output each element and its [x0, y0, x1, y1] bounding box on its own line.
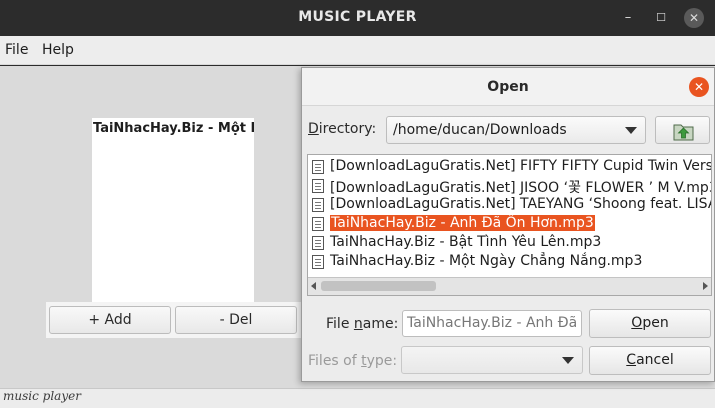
close-icon[interactable]: ✕: [684, 8, 704, 28]
dialog-title: Open: [487, 79, 529, 95]
open-button-label: pen: [642, 315, 669, 331]
file-icon: [312, 217, 324, 231]
file-name: TaiNhacHay.Biz - Bật Tình Yêu Lên.mp3: [330, 234, 602, 250]
main-titlebar: MUSIC PLAYER – ☐ ✕: [0, 0, 715, 36]
file-row[interactable]: TaiNhacHay.Biz - Một Ngày Chẳng Nắng.mp3: [308, 252, 711, 271]
dialog-close-icon[interactable]: ✕: [689, 77, 709, 97]
maximize-icon[interactable]: ☐: [651, 8, 671, 28]
horizontal-scrollbar[interactable]: [308, 277, 711, 295]
file-row-selected[interactable]: TaiNhacHay.Biz - Anh Đã Ổn Hơn.mp3: [308, 214, 711, 233]
file-icon: [312, 160, 324, 174]
directory-combo[interactable]: /home/ducan/Downloads: [386, 116, 646, 144]
folder-up-icon: [673, 124, 694, 141]
open-button-mnemonic: O: [631, 315, 643, 331]
files-of-type-label-text: Files of: [308, 353, 362, 369]
file-name: [DownloadLaguGratis.Net] FIFTY FIFTY Cup…: [330, 158, 712, 174]
playlist-item[interactable]: TaiNhacHay.Biz - Một Ngày Chẳng Nắng.mp3: [93, 121, 254, 136]
cancel-button-label: ancel: [636, 352, 674, 368]
file-row[interactable]: [DownloadLaguGratis.Net] FIFTY FIFTY Cup…: [308, 157, 712, 176]
directory-label-mnemonic: D: [308, 121, 319, 137]
directory-label: Directory:: [308, 121, 376, 137]
file-name-value: TaiNhacHay.Biz - Anh Đã Ổn Hơn.mp3: [407, 315, 581, 331]
file-name-label: File name:: [326, 316, 398, 332]
cancel-button[interactable]: Cancel: [589, 346, 711, 375]
file-icon: [312, 179, 324, 193]
scroll-left-icon[interactable]: [311, 282, 316, 290]
file-icon: [312, 255, 324, 269]
file-name: [DownloadLaguGratis.Net] TAEYANG ‘Shoong…: [330, 196, 712, 212]
menu-file[interactable]: File: [5, 42, 28, 58]
file-name-label-mnemonic: n: [353, 316, 363, 332]
status-bar: music player: [0, 388, 715, 408]
delete-button[interactable]: - Del: [175, 306, 297, 334]
playlist[interactable]: TaiNhacHay.Biz - Một Ngày Chẳng Nắng.mp3: [92, 118, 254, 302]
window-title: MUSIC PLAYER: [298, 9, 417, 25]
file-icon: [312, 236, 324, 250]
menu-help[interactable]: Help: [42, 42, 74, 58]
file-name-label-text: File: [326, 316, 354, 332]
up-folder-button[interactable]: [655, 116, 710, 144]
files-of-type-label: Files of type:: [308, 353, 397, 369]
file-icon: [312, 198, 324, 212]
dialog-titlebar: Open ✕: [302, 68, 714, 106]
file-name-label-rest: ame:: [362, 316, 399, 332]
scroll-right-icon[interactable]: [703, 282, 708, 290]
directory-label-text: irectory:: [318, 121, 377, 137]
file-row[interactable]: [DownloadLaguGratis.Net] TAEYANG ‘Shoong…: [308, 195, 712, 214]
files-of-type-label-rest: ype:: [366, 353, 398, 369]
open-dialog: Open ✕ Directory: /home/ducan/Downloads …: [301, 67, 715, 382]
file-name: TaiNhacHay.Biz - Một Ngày Chẳng Nắng.mp3: [330, 253, 643, 269]
scrollbar-thumb[interactable]: [321, 281, 436, 291]
menubar: File Help: [0, 36, 715, 65]
file-name: TaiNhacHay.Biz - Anh Đã Ổn Hơn.mp3: [330, 215, 595, 231]
minimize-icon[interactable]: –: [618, 8, 638, 28]
file-name: [DownloadLaguGratis.Net] JISOO ‘꽃 FLOWER…: [330, 180, 712, 196]
chevron-down-icon: [625, 127, 637, 134]
file-name-field[interactable]: TaiNhacHay.Biz - Anh Đã Ổn Hơn.mp3: [402, 310, 582, 337]
status-text: music player: [3, 389, 81, 403]
cancel-button-mnemonic: C: [626, 352, 637, 368]
add-button[interactable]: + Add: [49, 306, 171, 334]
file-row[interactable]: [DownloadLaguGratis.Net] JISOO ‘꽃 FLOWER…: [308, 176, 712, 196]
open-button[interactable]: Open: [589, 309, 711, 338]
file-list[interactable]: [DownloadLaguGratis.Net] FIFTY FIFTY Cup…: [307, 154, 712, 296]
directory-value: /home/ducan/Downloads: [393, 122, 567, 138]
file-row[interactable]: TaiNhacHay.Biz - Bật Tình Yêu Lên.mp3: [308, 233, 711, 252]
files-of-type-combo[interactable]: [401, 346, 583, 374]
chevron-down-icon: [562, 357, 574, 364]
